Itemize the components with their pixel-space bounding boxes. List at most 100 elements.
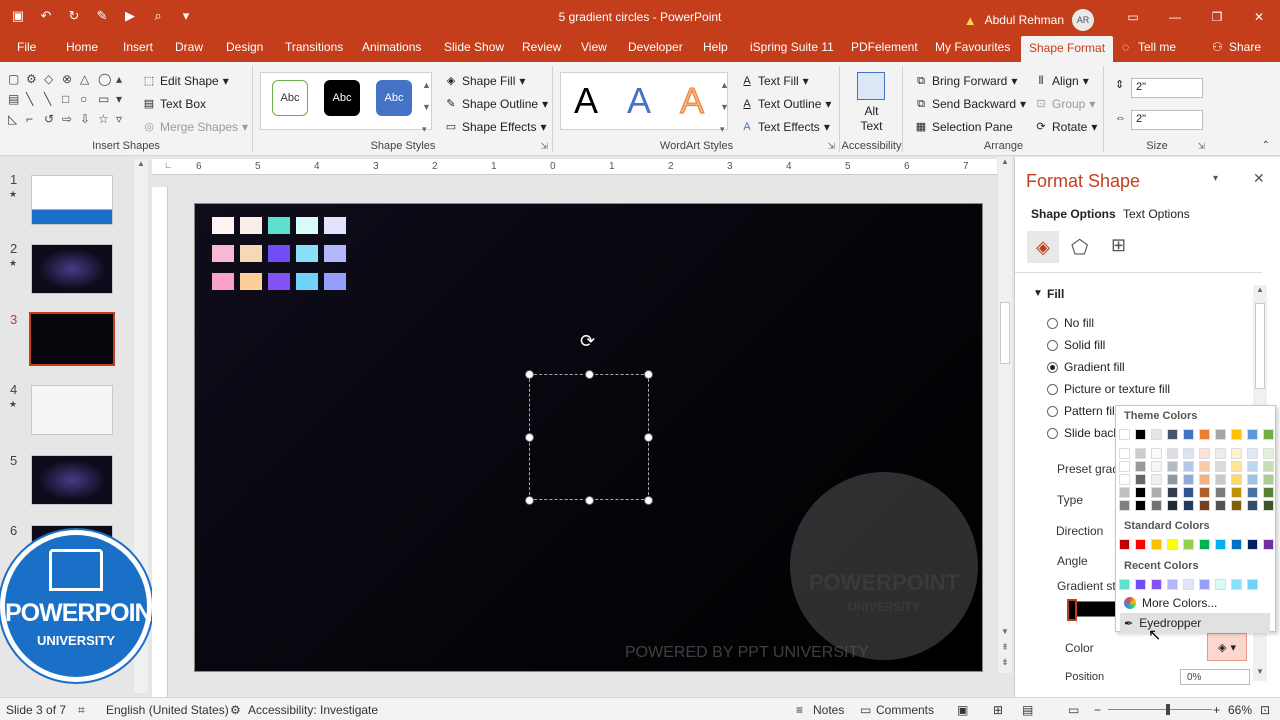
zoom-in-icon[interactable]: + bbox=[1213, 703, 1220, 717]
wordart-option-orange[interactable]: A bbox=[679, 80, 704, 122]
zoom-slider[interactable] bbox=[1108, 709, 1212, 710]
tab-draw[interactable]: Draw bbox=[175, 40, 203, 54]
fill-line-icon[interactable]: ◈ bbox=[1027, 231, 1059, 263]
theme-color-cell[interactable] bbox=[1231, 474, 1242, 485]
theme-color-cell[interactable] bbox=[1151, 448, 1162, 459]
rt-triangle-shape-icon[interactable]: ◺ bbox=[8, 112, 26, 126]
standard-color-cell[interactable] bbox=[1263, 539, 1274, 550]
theme-color-cell[interactable] bbox=[1135, 487, 1146, 498]
resize-handle[interactable] bbox=[525, 370, 534, 379]
collapse-ribbon-icon[interactable]: ⌃ bbox=[1262, 140, 1270, 151]
tab-pdfelement[interactable]: PDFelement bbox=[851, 40, 918, 54]
alt-text-button[interactable]: Alt Text bbox=[841, 104, 902, 134]
resize-handle[interactable] bbox=[585, 370, 594, 379]
theme-color-cell[interactable] bbox=[1151, 461, 1162, 472]
comments-button[interactable]: Comments bbox=[876, 703, 934, 717]
tab-home[interactable]: Home bbox=[66, 40, 98, 54]
rectangle-shape-icon[interactable]: ▢ bbox=[8, 72, 26, 86]
scroll-up-icon[interactable]: ▲ bbox=[134, 159, 148, 168]
standard-color-cell[interactable] bbox=[1135, 539, 1146, 550]
fit-slide-icon[interactable]: ⊡ bbox=[1260, 703, 1270, 717]
slideshow-icon[interactable]: ▭ bbox=[1068, 703, 1079, 717]
gallery-more-icon[interactable]: ▾ bbox=[422, 118, 431, 140]
arrow-down-shape-icon[interactable]: ⇩ bbox=[80, 112, 98, 126]
theme-color-cell[interactable] bbox=[1215, 500, 1226, 511]
spelling-icon[interactable]: ⌗ bbox=[78, 703, 85, 718]
diamond-shape-icon[interactable]: ◇ bbox=[44, 72, 62, 86]
gear-shape-icon[interactable]: ⚙ bbox=[26, 72, 44, 86]
tell-me[interactable]: Tell me bbox=[1138, 40, 1176, 54]
accessibility-status[interactable]: Accessibility: Investigate bbox=[248, 703, 378, 717]
tab-insert[interactable]: Insert bbox=[123, 40, 153, 54]
resize-handle[interactable] bbox=[585, 496, 594, 505]
tab-transitions[interactable]: Transitions bbox=[285, 40, 343, 54]
avatar[interactable]: AR bbox=[1072, 9, 1094, 31]
scroll-down-icon[interactable]: ▼ bbox=[720, 96, 729, 118]
theme-color-cell[interactable] bbox=[1263, 461, 1274, 472]
scroll-thumb[interactable] bbox=[1255, 303, 1265, 389]
shape-height-input[interactable]: 2" bbox=[1131, 78, 1203, 98]
theme-color-cell[interactable] bbox=[1167, 474, 1178, 485]
tab-review[interactable]: Review bbox=[522, 40, 561, 54]
theme-color-cell[interactable] bbox=[1151, 474, 1162, 485]
star-shape-icon[interactable]: ☆ bbox=[98, 112, 116, 126]
recent-color-cell[interactable] bbox=[1215, 579, 1226, 590]
theme-color-cell[interactable] bbox=[1231, 500, 1242, 511]
theme-color-cell[interactable] bbox=[1247, 487, 1258, 498]
theme-color-cell[interactable] bbox=[1247, 474, 1258, 485]
color-swatch[interactable] bbox=[296, 217, 318, 234]
tab-file[interactable]: File bbox=[17, 40, 36, 54]
diagonal-line-shape-icon[interactable]: ╲ bbox=[44, 92, 62, 106]
minimize-icon[interactable]: — bbox=[1154, 0, 1196, 34]
picture-fill-option[interactable]: Picture or texture fill bbox=[1047, 382, 1170, 396]
previous-slide-icon[interactable]: ⇞ bbox=[998, 642, 1012, 653]
recent-color-cell[interactable] bbox=[1183, 579, 1194, 590]
more-colors-item[interactable]: More Colors... bbox=[1120, 593, 1270, 613]
no-fill-option[interactable]: No fill bbox=[1047, 316, 1094, 330]
pane-options-icon[interactable]: ▾ bbox=[1213, 173, 1218, 184]
elbow-shape-icon[interactable]: ⌐ bbox=[26, 112, 44, 126]
radio-button[interactable] bbox=[1047, 317, 1058, 329]
theme-color-cell[interactable] bbox=[1183, 474, 1194, 485]
resize-handle[interactable] bbox=[644, 370, 653, 379]
tab-developer[interactable]: Developer bbox=[628, 40, 683, 54]
theme-color-cell[interactable] bbox=[1167, 487, 1178, 498]
color-swatch[interactable] bbox=[268, 273, 290, 290]
theme-color-cell[interactable] bbox=[1119, 500, 1130, 511]
shape-effects-button[interactable]: ▭ Shape Effects ▾ bbox=[444, 120, 547, 134]
recent-color-cell[interactable] bbox=[1135, 579, 1146, 590]
theme-color-cell[interactable] bbox=[1231, 448, 1242, 459]
radio-button[interactable] bbox=[1047, 339, 1058, 351]
radio-button[interactable] bbox=[1047, 427, 1058, 439]
theme-color-cell[interactable] bbox=[1119, 429, 1130, 440]
text-box-button[interactable]: ▤ Text Box bbox=[142, 97, 206, 111]
standard-color-cell[interactable] bbox=[1167, 539, 1178, 550]
resize-handle[interactable] bbox=[525, 433, 534, 442]
arrow-right-shape-icon[interactable]: ⇨ bbox=[62, 112, 80, 126]
theme-color-cell[interactable] bbox=[1167, 500, 1178, 511]
wordart-option-black[interactable]: A bbox=[574, 80, 598, 122]
theme-color-cell[interactable] bbox=[1263, 487, 1274, 498]
resize-handle[interactable] bbox=[644, 433, 653, 442]
color-swatch[interactable] bbox=[240, 273, 262, 290]
wordart-option-blue[interactable]: A bbox=[627, 80, 651, 122]
square-shape-icon[interactable]: □ bbox=[62, 92, 80, 106]
effects-pentagon-icon[interactable]: ⬠ bbox=[1071, 235, 1088, 260]
theme-color-cell[interactable] bbox=[1183, 487, 1194, 498]
theme-color-cell[interactable] bbox=[1199, 429, 1210, 440]
text-effects-button[interactable]: A Text Effects ▾ bbox=[740, 120, 830, 134]
style-option-blue[interactable]: Abc bbox=[376, 80, 412, 116]
slide-scrollbar[interactable]: ▲ ▼ ⇞ ⇟ bbox=[998, 157, 1012, 673]
solid-fill-option[interactable]: Solid fill bbox=[1047, 338, 1105, 352]
zoom-out-icon[interactable]: − bbox=[1094, 703, 1101, 717]
align-button[interactable]: ⫴ Align ▾ bbox=[1034, 74, 1089, 88]
theme-color-cell[interactable] bbox=[1247, 429, 1258, 440]
selection-pane-button[interactable]: ▦ Selection Pane bbox=[914, 120, 1013, 134]
bring-forward-button[interactable]: ⧉ Bring Forward ▾ bbox=[914, 74, 1017, 88]
curve-shape-icon[interactable]: ↺ bbox=[44, 112, 62, 126]
scroll-up-icon[interactable]: ▲ bbox=[720, 74, 729, 96]
selected-shape[interactable] bbox=[529, 374, 649, 500]
color-swatch[interactable] bbox=[268, 245, 290, 262]
shape-outline-button[interactable]: ✎ Shape Outline ▾ bbox=[444, 97, 548, 111]
theme-color-cell[interactable] bbox=[1119, 487, 1130, 498]
